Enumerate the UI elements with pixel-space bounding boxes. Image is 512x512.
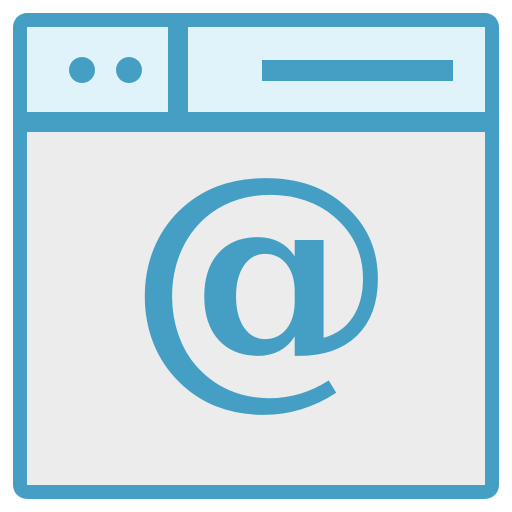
at-sign-icon: @ <box>127 114 397 432</box>
browser-email-icon-canvas: @ <box>0 0 512 512</box>
window-dot-icon-1 <box>69 57 95 83</box>
titlebar-left-pane <box>27 27 168 112</box>
address-bar-line <box>262 60 453 81</box>
window-dot-icon-2 <box>116 57 142 83</box>
browser-email-icon: @ <box>13 13 499 499</box>
